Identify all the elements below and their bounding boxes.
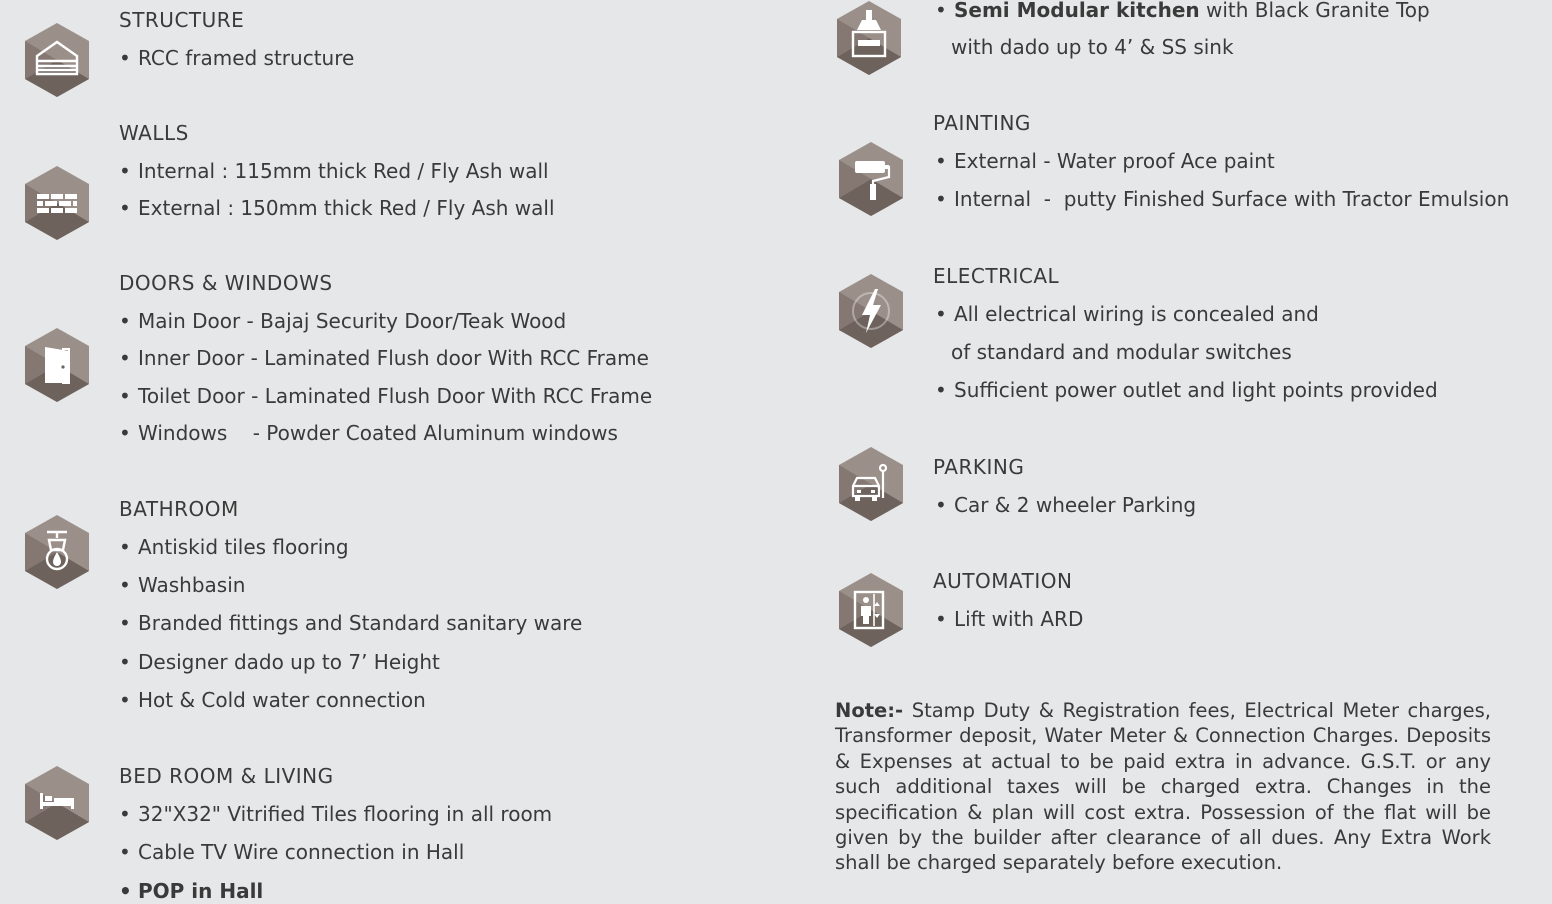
- bed-icon: [23, 765, 91, 841]
- bedroom-item: • Cable TV Wire connection in Hall: [119, 840, 465, 864]
- bathroom-item: • Antiskid tiles flooring: [119, 535, 349, 559]
- painting-item: • Internal - putty Finished Surface with …: [935, 187, 1510, 211]
- paint-roller-icon: [837, 141, 905, 217]
- note-label: Note:-: [835, 699, 904, 722]
- bathroom-item: • Washbasin: [119, 573, 246, 597]
- door-icon: [23, 327, 91, 403]
- painting-item: • External - Water proof Ace paint: [935, 149, 1275, 173]
- bedroom-item: • POP in Hall: [119, 879, 264, 903]
- doors-item: • Main Door - Bajaj Security Door/Teak Wo…: [119, 309, 567, 333]
- note-paragraph: Note:- Stamp Duty & Registration fees, E…: [835, 698, 1491, 876]
- kitchen-hood-icon: [835, 0, 903, 76]
- note-text: Stamp Duty & Registration fees, Electric…: [835, 699, 1491, 875]
- structure-heading: STRUCTURE: [119, 8, 245, 32]
- walls-item: • External : 150mm thick Red / Fly Ash wa…: [119, 196, 555, 220]
- kitchen-item: • Semi Modular kitchen with Black Granite…: [935, 0, 1430, 22]
- bedroom-heading: BED ROOM & LIVING: [119, 764, 334, 788]
- bathroom-item: • Branded fittings and Standard sanitary …: [119, 611, 583, 635]
- doors-windows-heading: DOORS & WINDOWS: [119, 271, 333, 295]
- electrical-item: • Sufficient power outlet and light point…: [935, 378, 1438, 402]
- electrical-item-continued: of standard and modular switches: [951, 340, 1292, 364]
- automation-heading: AUTOMATION: [933, 569, 1073, 593]
- brick-wall-icon: [23, 165, 91, 241]
- car-icon: [837, 446, 905, 522]
- structure-item: • RCC framed structure: [119, 46, 355, 70]
- bathroom-item: • Hot & Cold water connection: [119, 688, 426, 712]
- doors-item: • Inner Door - Laminated Flush door With …: [119, 346, 649, 370]
- electrical-heading: ELECTRICAL: [933, 264, 1060, 288]
- bathroom-item: • Designer dado up to 7’ Height: [119, 650, 440, 674]
- kitchen-item-line2: with dado up to 4’ & SS sink: [951, 35, 1234, 59]
- walls-heading: WALLS: [119, 121, 189, 145]
- walls-item: • Internal : 115mm thick Red / Fly Ash wa…: [119, 159, 549, 183]
- doors-item: • Toilet Door - Laminated Flush Door With…: [119, 384, 653, 408]
- doors-item: • Windows - Powder Coated Aluminum window…: [119, 421, 618, 445]
- bedroom-item: • 32"X32" Vitrified Tiles flooring in all…: [119, 802, 553, 826]
- automation-item: • Lift with ARD: [935, 607, 1084, 631]
- parking-heading: PARKING: [933, 455, 1025, 479]
- building-icon: [23, 22, 91, 98]
- shower-tap-icon: [23, 514, 91, 590]
- painting-heading: PAINTING: [933, 111, 1031, 135]
- parking-item: • Car & 2 wheeler Parking: [935, 493, 1197, 517]
- bathroom-heading: BATHROOM: [119, 497, 239, 521]
- lift-icon: [837, 572, 905, 648]
- lightning-icon: [837, 273, 905, 349]
- electrical-item: • All electrical wiring is concealed and: [935, 302, 1319, 326]
